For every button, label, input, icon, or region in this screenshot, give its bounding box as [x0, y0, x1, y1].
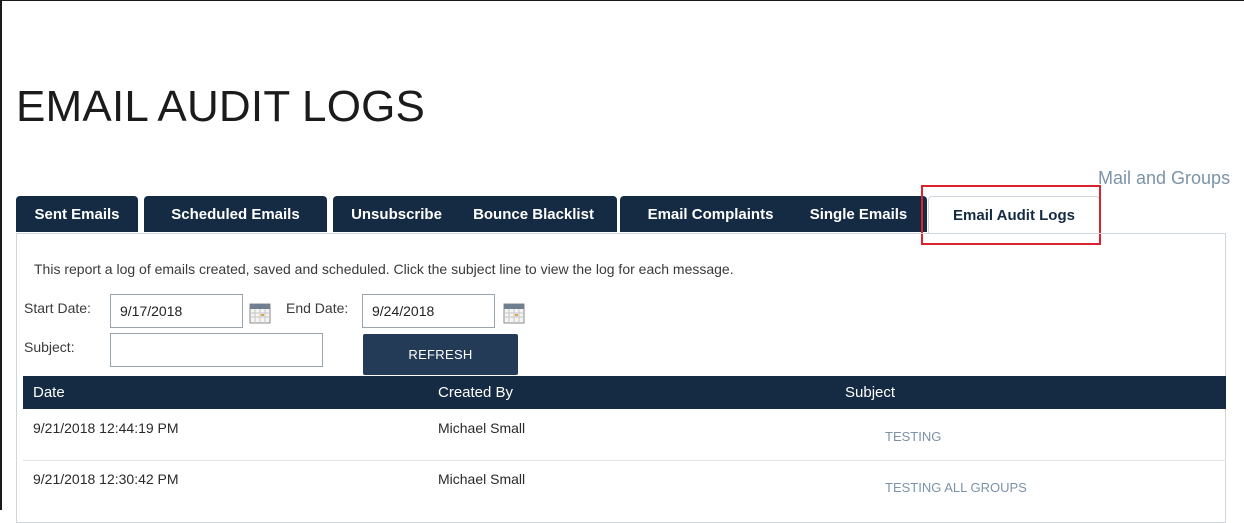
column-header-created-by[interactable]: Created By [438, 384, 513, 401]
row-subject-link[interactable]: TESTING ALL GROUPS [885, 480, 1027, 495]
table-row: 9/21/2018 12:30:42 PM Michael Small TEST… [23, 461, 1226, 511]
table-header: Date Created By Subject [23, 376, 1226, 409]
page-title: EMAIL AUDIT LOGS [16, 82, 426, 131]
start-date-label: Start Date: [24, 300, 91, 316]
calendar-icon[interactable] [503, 302, 525, 324]
tab-single-emails[interactable]: Single Emails [790, 196, 927, 232]
row-created-by: Michael Small [438, 420, 526, 436]
tab-bounce-blacklist[interactable]: Bounce Blacklist [450, 196, 617, 232]
end-date-input[interactable]: 9/24/2018 [362, 294, 495, 328]
row-date: 9/21/2018 12:44:19 PM [33, 420, 179, 436]
mail-and-groups-link[interactable]: Mail and Groups [1098, 168, 1230, 189]
window-top-border [0, 0, 1244, 1]
subject-label: Subject: [24, 339, 75, 355]
window-left-border [0, 0, 2, 510]
column-header-date[interactable]: Date [33, 384, 65, 401]
table-row: 9/21/2018 12:44:19 PM Michael Small TEST… [23, 410, 1226, 460]
refresh-button[interactable]: REFRESH [363, 334, 518, 375]
tab-scheduled-emails[interactable]: Scheduled Emails [144, 196, 327, 232]
tab-unsubscribe[interactable]: Unsubscribe [333, 196, 460, 232]
subject-input[interactable] [110, 333, 323, 367]
column-header-subject[interactable]: Subject [845, 384, 895, 401]
calendar-icon[interactable] [249, 302, 271, 324]
tab-sent-emails[interactable]: Sent Emails [16, 196, 138, 232]
end-date-label: End Date: [286, 300, 349, 316]
start-date-input[interactable]: 9/17/2018 [110, 294, 243, 328]
row-date: 9/21/2018 12:30:42 PM [33, 471, 179, 487]
row-subject-link[interactable]: TESTING [885, 429, 941, 444]
report-description: This report a log of emails created, sav… [34, 261, 734, 277]
tab-email-complaints[interactable]: Email Complaints [620, 196, 801, 232]
row-created-by: Michael Small [438, 471, 526, 487]
